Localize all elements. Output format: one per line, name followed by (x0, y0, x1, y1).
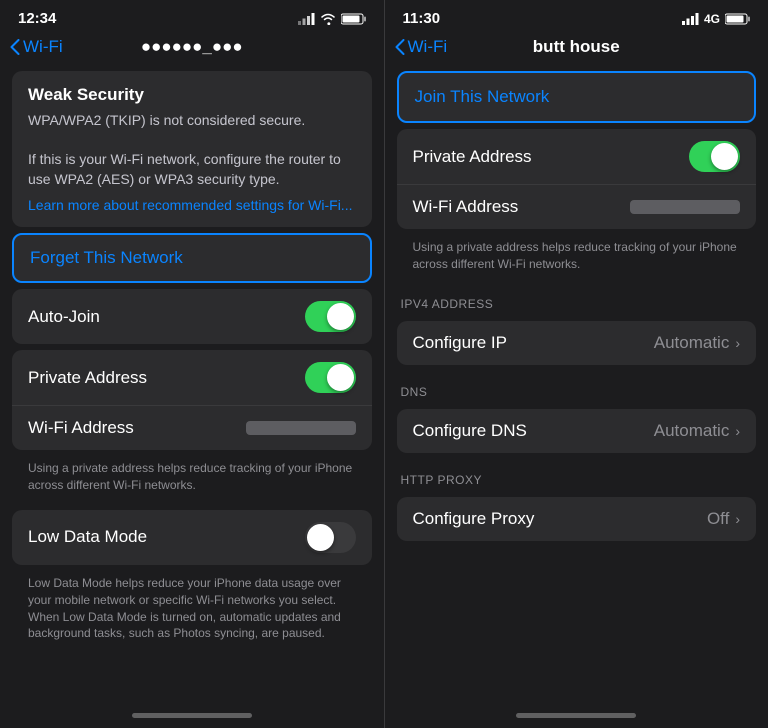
network-type-right: 4G (704, 12, 720, 26)
toggle-knob (327, 303, 354, 330)
signal-icon-right (682, 13, 699, 25)
configure-dns-label: Configure DNS (413, 421, 654, 441)
nav-bar-right: Wi-Fi butt house (385, 33, 768, 65)
wifi-address-row-left: Wi-Fi Address (12, 406, 372, 450)
nav-title-right: butt house (533, 37, 620, 57)
configure-ip-chevron: › (735, 335, 740, 351)
configure-proxy-chevron: › (735, 511, 740, 527)
left-panel: 12:34 Wi- (0, 0, 384, 728)
configure-proxy-row[interactable]: Configure Proxy Off › (397, 497, 757, 541)
signal-icon (298, 13, 315, 25)
private-address-toggle-left[interactable] (305, 362, 356, 393)
forget-label: Forget This Network (30, 248, 183, 267)
addr-desc-left: Using a private address helps reduce tra… (12, 456, 372, 504)
configure-ip-value: Automatic (654, 333, 730, 353)
home-indicator-right (385, 708, 768, 728)
configure-ip-label: Configure IP (413, 333, 654, 353)
private-address-label-right: Private Address (413, 147, 690, 167)
configure-proxy-label: Configure Proxy (413, 509, 707, 529)
configure-ip-group: Configure IP Automatic › (397, 321, 757, 365)
forget-network-box[interactable]: Forget This Network (12, 233, 372, 283)
back-button-left[interactable]: Wi-Fi (10, 37, 63, 57)
address-group-left: Private Address Wi-Fi Address (12, 350, 372, 450)
private-address-label-left: Private Address (28, 368, 305, 388)
low-data-desc: Low Data Mode helps reduce your iPhone d… (12, 571, 372, 652)
wifi-icon (320, 13, 336, 25)
address-group-right: Private Address Wi-Fi Address (397, 129, 757, 229)
low-data-toggle[interactable] (305, 522, 356, 553)
nav-bar-left: Wi-Fi ●●●●●●_●●● (0, 33, 384, 65)
dns-section-header: DNS (385, 371, 768, 403)
back-label-left: Wi-Fi (23, 37, 63, 57)
back-button-right[interactable]: Wi-Fi (395, 37, 448, 57)
wifi-address-value-left (246, 421, 356, 435)
toggle-knob-2 (327, 364, 354, 391)
weak-security-body: WPA/WPA2 (TKIP) is not considered secure… (28, 111, 356, 189)
join-row[interactable]: Join This Network (399, 73, 755, 121)
status-bar-left: 12:34 (0, 0, 384, 33)
status-bar-right: 11:30 4G (385, 0, 768, 33)
low-data-group: Low Data Mode (12, 510, 372, 565)
configure-dns-value: Automatic (654, 421, 730, 441)
configure-proxy-group: Configure Proxy Off › (397, 497, 757, 541)
auto-join-row[interactable]: Auto-Join (12, 289, 372, 344)
time-left: 12:34 (18, 10, 56, 27)
configure-dns-group: Configure DNS Automatic › (397, 409, 757, 453)
home-bar-right (516, 713, 636, 718)
status-icons-right: 4G (682, 12, 750, 26)
private-address-row-left[interactable]: Private Address (12, 350, 372, 406)
back-label-right: Wi-Fi (408, 37, 448, 57)
right-panel: 11:30 4G Wi-Fi butt house (384, 0, 768, 728)
left-scroll: Weak Security WPA/WPA2 (TKIP) is not con… (0, 65, 384, 708)
battery-icon (341, 13, 366, 25)
status-icons-left (298, 13, 366, 25)
auto-join-group: Auto-Join (12, 289, 372, 344)
weak-security-title: Weak Security (28, 85, 356, 105)
nav-title-left: ●●●●●●_●●● (141, 37, 243, 57)
weak-security-box: Weak Security WPA/WPA2 (TKIP) is not con… (12, 71, 372, 227)
wifi-address-row-right: Wi-Fi Address (397, 185, 757, 229)
learn-more-link[interactable]: Learn more about recommended settings fo… (28, 197, 356, 213)
low-data-row[interactable]: Low Data Mode (12, 510, 372, 565)
wifi-address-label-left: Wi-Fi Address (28, 418, 246, 438)
home-bar-left (132, 713, 252, 718)
toggle-knob-3 (307, 524, 334, 551)
configure-proxy-value: Off (707, 509, 729, 529)
toggle-knob-right (711, 143, 738, 170)
configure-dns-row[interactable]: Configure DNS Automatic › (397, 409, 757, 453)
wifi-address-value-right (630, 200, 740, 214)
right-scroll: Join This Network Private Address Wi-Fi … (385, 65, 768, 708)
configure-dns-chevron: › (735, 423, 740, 439)
low-data-label: Low Data Mode (28, 527, 305, 547)
join-label: Join This Network (415, 87, 550, 106)
auto-join-label: Auto-Join (28, 307, 305, 327)
configure-ip-row[interactable]: Configure IP Automatic › (397, 321, 757, 365)
http-proxy-section-header: HTTP PROXY (385, 459, 768, 491)
forget-row[interactable]: Forget This Network (14, 235, 370, 281)
battery-icon-right (725, 13, 750, 25)
private-address-toggle-right[interactable] (689, 141, 740, 172)
wifi-address-label-right: Wi-Fi Address (413, 197, 631, 217)
time-right: 11:30 (403, 10, 441, 27)
private-address-row-right[interactable]: Private Address (397, 129, 757, 185)
addr-desc-right: Using a private address helps reduce tra… (397, 235, 757, 283)
ipv4-section-header: IPV4 ADDRESS (385, 283, 768, 315)
join-network-box[interactable]: Join This Network (397, 71, 757, 123)
auto-join-toggle[interactable] (305, 301, 356, 332)
home-indicator-left (0, 708, 384, 728)
